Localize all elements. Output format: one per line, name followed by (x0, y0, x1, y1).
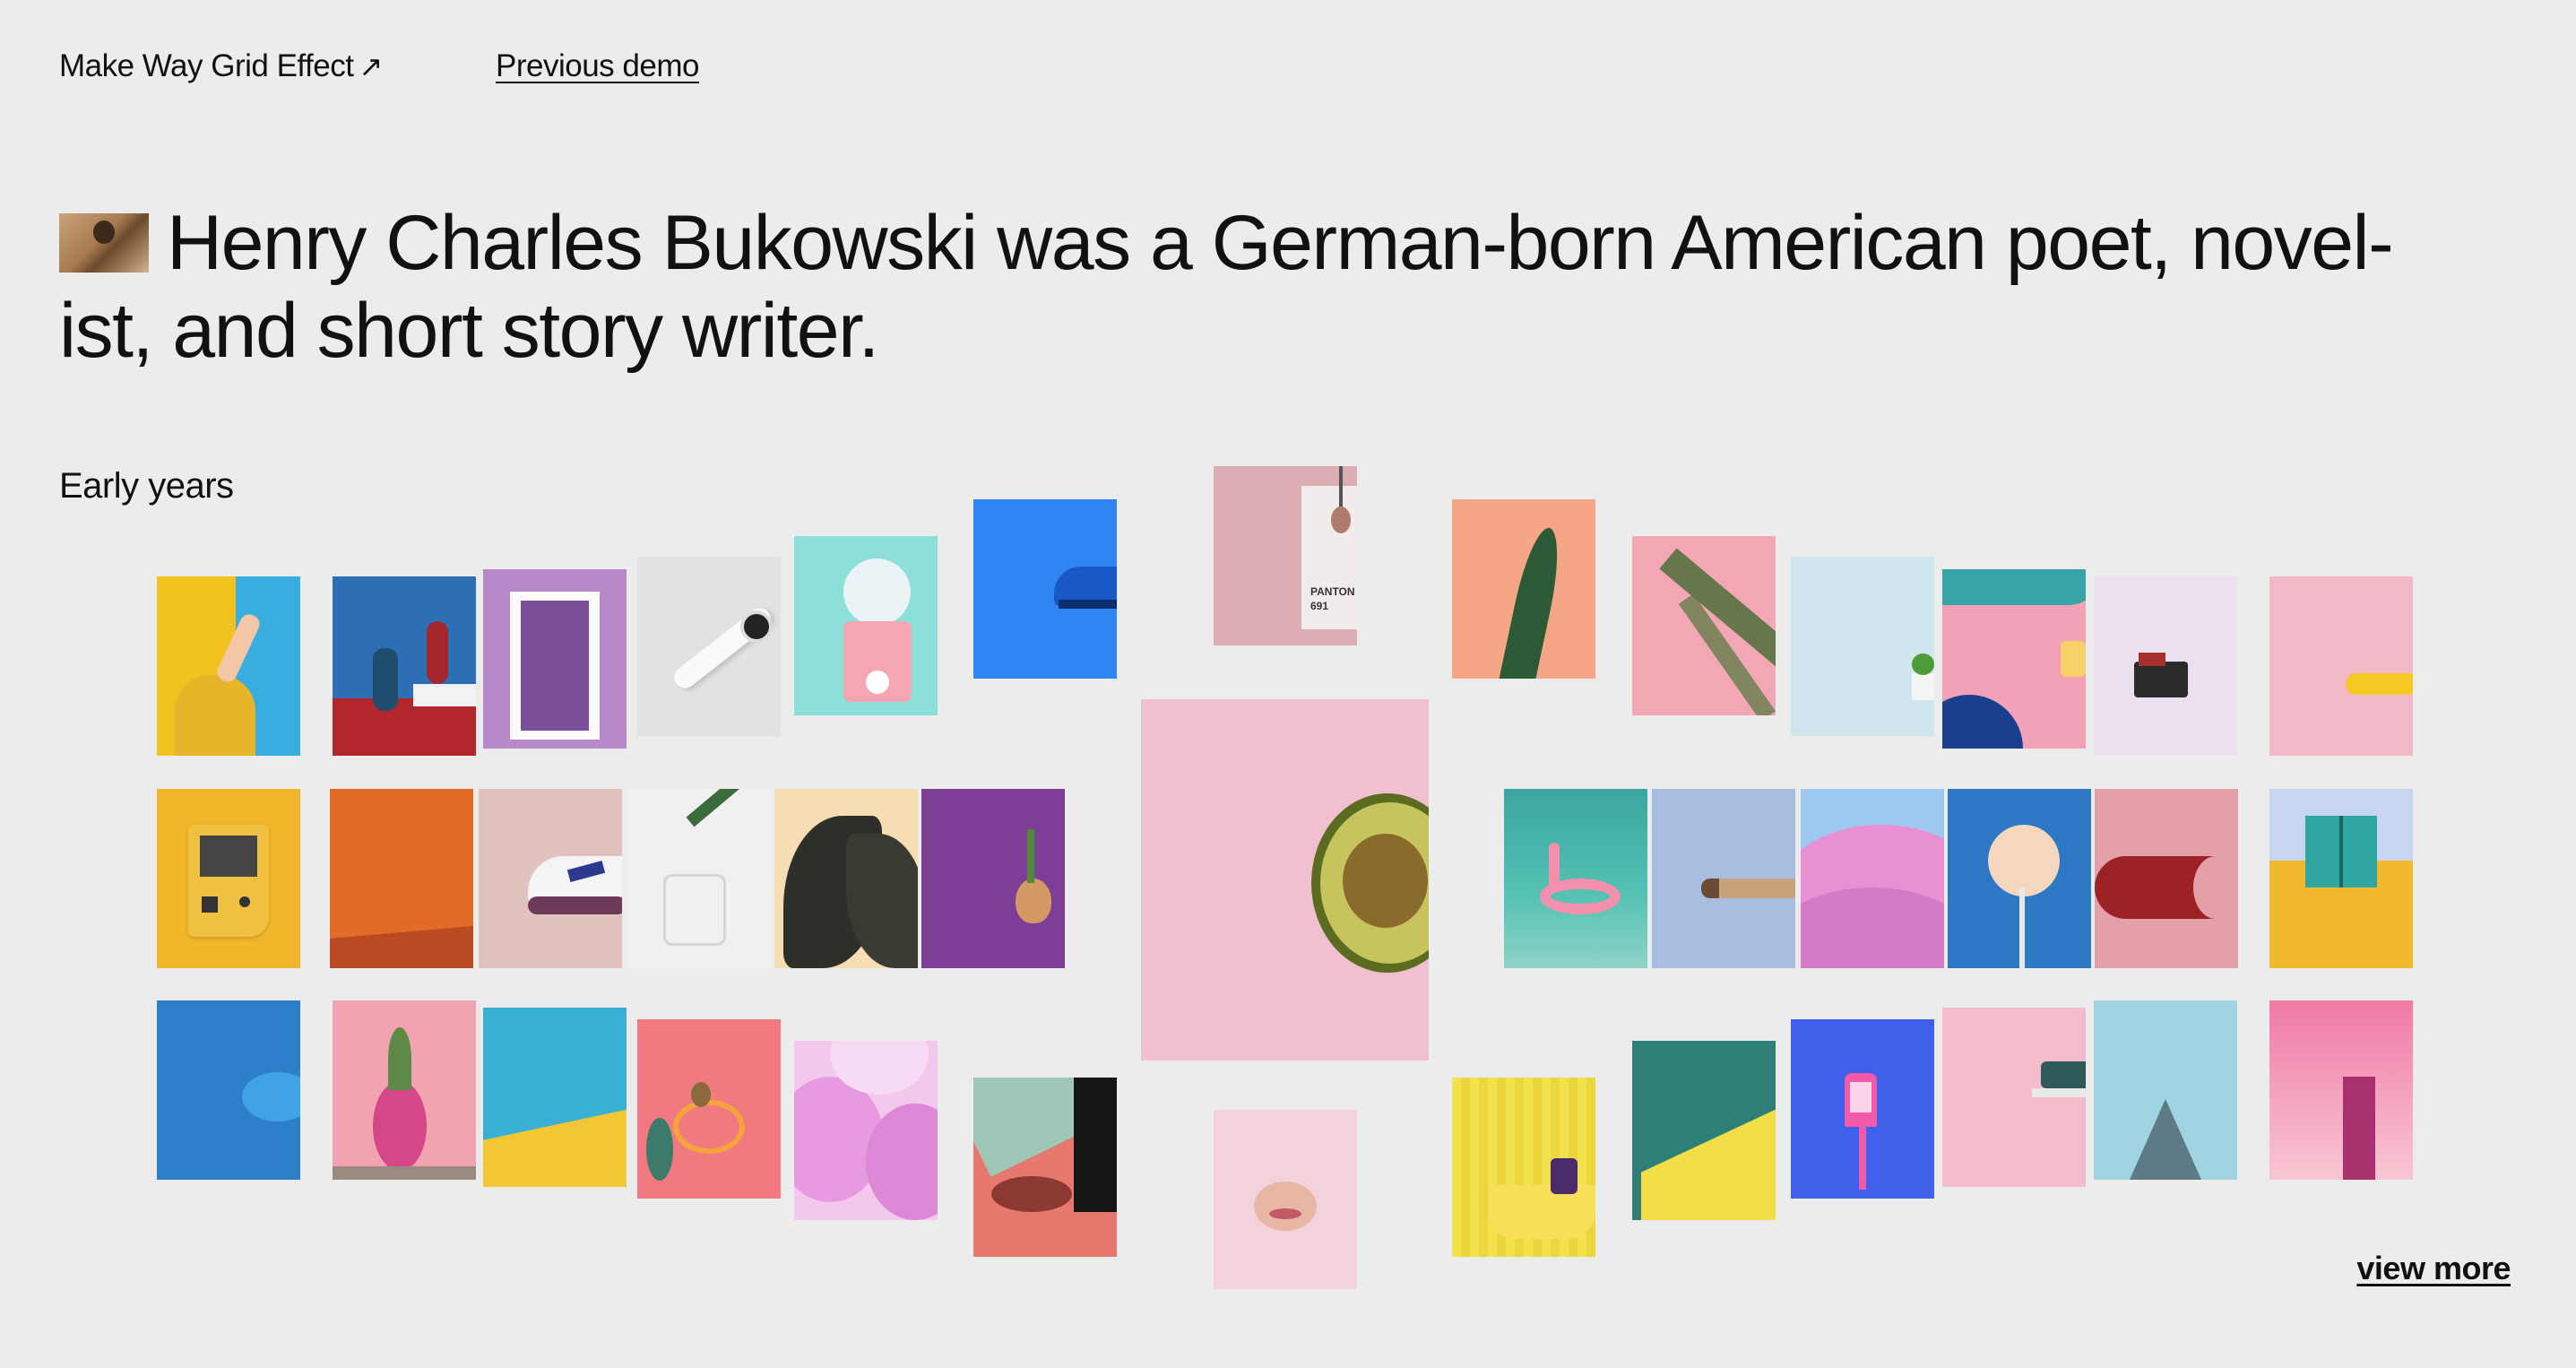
image-cigar[interactable] (1652, 789, 1795, 968)
image-flamingo-float[interactable] (1504, 789, 1647, 968)
pantone-code: 691 (1310, 600, 1329, 612)
image-red-shape[interactable] (2095, 789, 2238, 968)
image-red-vases[interactable] (333, 576, 476, 756)
image-gameboy[interactable] (157, 789, 300, 968)
image-palm-leaf[interactable] (1632, 536, 1776, 715)
image-green-plant[interactable] (1452, 499, 1595, 679)
image-watch[interactable] (637, 557, 781, 736)
headline-line2: ist, and short story writer. (59, 288, 879, 374)
image-roof-sky[interactable] (2094, 1000, 2237, 1180)
pantone-label: PANTON 691 (1310, 584, 1355, 613)
image-plate-stack[interactable] (1942, 1008, 2086, 1187)
image-pineapple[interactable] (333, 1000, 476, 1180)
image-orange-room[interactable] (330, 789, 473, 968)
headline: Henry Charles Bukowski was a German-born… (59, 199, 2533, 375)
image-gumball-machine[interactable] (794, 536, 938, 715)
image-pantone-spoon[interactable]: PANTON 691 (1214, 466, 1357, 645)
image-pink-wall[interactable] (1942, 569, 2086, 749)
view-more-link[interactable]: view more (2356, 1250, 2511, 1287)
image-legs-shadow[interactable] (973, 1078, 1117, 1257)
author-thumbnail (59, 213, 149, 273)
headline-line1: Henry Charles Bukowski was a German-born… (167, 200, 2394, 286)
title-link[interactable]: Make Way Grid Effect ↗ (59, 48, 383, 84)
image-camera-toy[interactable] (2094, 576, 2237, 756)
arrow-up-right-icon: ↗ (359, 50, 383, 82)
image-blue-fruit[interactable] (157, 1000, 300, 1180)
image-yellow-blue[interactable] (483, 1008, 627, 1187)
image-pink-building[interactable] (2269, 1000, 2413, 1180)
image-yellow-roof[interactable] (1632, 1041, 1776, 1220)
image-blue-sneaker[interactable] (973, 499, 1117, 679)
image-avocado[interactable] (1141, 699, 1429, 1061)
image-pink-hills[interactable] (1801, 789, 1944, 968)
image-teal-door[interactable] (2269, 789, 2413, 968)
image-small-plant[interactable] (1791, 557, 1934, 736)
image-yellow-bath[interactable] (1452, 1078, 1595, 1257)
section-label: Early years (59, 466, 234, 506)
image-yellow-hand[interactable] (157, 576, 300, 756)
image-purple-window[interactable] (483, 569, 627, 749)
image-dark-leaves[interactable] (774, 789, 918, 968)
previous-demo-link[interactable]: Previous demo (496, 48, 699, 84)
image-sneaker-pink[interactable] (479, 789, 622, 968)
pantone-brand: PANTON (1310, 585, 1355, 598)
image-egg-plant[interactable] (921, 789, 1065, 968)
image-pink-lamp[interactable] (1791, 1019, 1934, 1199)
image-white-rose[interactable] (1948, 789, 2091, 968)
title-link-label: Make Way Grid Effect (59, 48, 354, 83)
image-banana[interactable] (2269, 576, 2413, 756)
image-glass-leaf[interactable] (627, 789, 771, 968)
image-pink-balloons[interactable] (794, 1041, 938, 1220)
image-orange-chair[interactable] (637, 1019, 781, 1199)
image-lips[interactable] (1214, 1110, 1357, 1289)
